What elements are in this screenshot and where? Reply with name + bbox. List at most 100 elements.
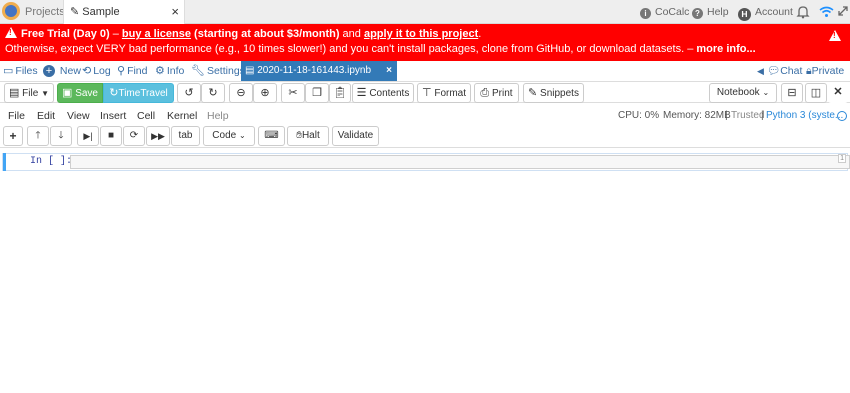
info-label: Info [166, 65, 185, 77]
move-cell-up-button[interactable]: 🡑 [27, 126, 49, 146]
account-link-label: Account [755, 6, 793, 18]
halt-button[interactable]: ✋︎Halt [287, 126, 329, 146]
chat-label: Chat [780, 65, 803, 77]
help-circle-icon: ? [692, 8, 703, 19]
banner-line-2: Otherwise, expect VERY bad performance (… [5, 43, 756, 55]
cell-prompt: In [ ]: [30, 156, 73, 167]
trusted-status[interactable]: Trusted [731, 107, 765, 125]
banner-and: and [339, 28, 364, 40]
projects-tab[interactable]: Projects [25, 0, 65, 24]
plus-icon: + [9, 129, 17, 143]
chat-bubble-icon: 💬︎ [766, 65, 781, 77]
find-button[interactable]: ⚲ Find [117, 61, 148, 81]
code-cell[interactable]: In [ ]: 1 [2, 153, 850, 171]
undo-button[interactable]: ↺ [177, 83, 201, 103]
file-menu-button[interactable]: ▤ File ▼ [4, 83, 54, 103]
settings-button[interactable]: 🔧︎ Settings [191, 61, 245, 81]
status-divider: | [725, 110, 728, 121]
zoom-out-icon: ⊖ [236, 87, 246, 99]
info-button[interactable]: ⚙ Info [155, 61, 184, 81]
fullscreen-icon[interactable] [838, 6, 848, 16]
log-button[interactable]: ⟲ Log [82, 61, 111, 81]
menu-help[interactable]: Help [207, 107, 229, 125]
run-cell-button[interactable]: ▶| [77, 126, 99, 146]
validate-button[interactable]: Validate [332, 126, 379, 146]
tab-completion-button[interactable]: tab [171, 126, 200, 146]
menu-view[interactable]: View [67, 107, 90, 125]
notebook-view-select[interactable]: Notebook ⌄ [709, 83, 777, 103]
notifications-bell-icon[interactable] [796, 5, 810, 19]
close-file-tab-icon[interactable]: × [386, 61, 392, 81]
projects-tab-label: Projects [25, 6, 65, 18]
cpu-usage: CPU: 0% [618, 110, 660, 121]
new-button[interactable]: + New [43, 61, 81, 81]
print-button[interactable]: ⎙ Print [474, 83, 519, 103]
more-info-link[interactable]: more info... [696, 43, 755, 55]
stop-kernel-button[interactable]: ■ [100, 126, 122, 146]
banner-warning-text: Otherwise, expect VERY bad performance (… [5, 43, 697, 55]
menu-kernel[interactable]: Kernel [167, 107, 197, 125]
timetravel-button[interactable]: ↻TimeTravel [103, 83, 174, 103]
banner-warning-icon-right [829, 30, 841, 41]
status-divider-2: | [761, 110, 764, 121]
save-button[interactable]: ▣ Save [57, 83, 103, 103]
run-all-button[interactable]: ▶▶ [146, 126, 170, 146]
snippets-button[interactable]: ✎ Snippets [523, 83, 584, 103]
contents-button[interactable]: ☰ Contents [352, 83, 414, 103]
format-button[interactable]: ⊤ Format [417, 83, 471, 103]
buy-license-link[interactable]: buy a license [122, 28, 191, 40]
arrow-down-icon: 🡓 [58, 130, 64, 141]
step-forward-icon: ▶| [83, 131, 93, 141]
copy-button[interactable]: ❐ [305, 83, 329, 103]
private-label: Private [811, 65, 845, 77]
cut-button[interactable]: ✂ [281, 83, 305, 103]
print-icon: ⎙ [480, 87, 490, 99]
trial-title: Free Trial (Day 0) [21, 28, 110, 40]
menu-file[interactable]: File [8, 107, 25, 125]
paste-button[interactable]: 📋︎ [329, 83, 351, 103]
close-tab-icon[interactable]: × [171, 0, 179, 24]
snippets-label: Snippets [540, 88, 579, 99]
split-vertical-button[interactable]: ◫ [805, 83, 827, 103]
account-link[interactable]: H Account [738, 0, 793, 24]
close-frame-button[interactable]: ✕ [828, 83, 848, 103]
help-link[interactable]: ? Help [692, 0, 729, 24]
private-button[interactable]: 🔒︎Private [806, 61, 844, 81]
split-horizontal-button[interactable]: ⊟ [781, 83, 803, 103]
menu-insert[interactable]: Insert [100, 107, 126, 125]
arrow-up-icon: 🡑 [35, 130, 41, 141]
files-button[interactable]: ▭ Files [3, 61, 38, 81]
menu-edit[interactable]: Edit [37, 107, 55, 125]
help-link-label: Help [707, 6, 729, 18]
keyboard-shortcuts-button[interactable]: ⌨ [258, 126, 285, 146]
move-cell-down-button[interactable]: 🡓 [50, 126, 72, 146]
redo-button[interactable]: ↻ [201, 83, 225, 103]
file-tab-label: 2020-11-18-161443.ipynb [257, 65, 372, 76]
scissors-icon: ✂ [288, 87, 298, 99]
print-label: Print [492, 88, 513, 99]
insert-cell-button[interactable]: + [3, 126, 23, 146]
keyboard-icon: ⌨ [264, 130, 279, 141]
restart-kernel-button[interactable]: ⟳ [123, 126, 145, 146]
redo-icon: ↻ [208, 87, 218, 99]
find-label: Find [127, 65, 148, 77]
notebook-toolbar: + 🡑 🡓 ▶| ■ ⟳ ▶▶ tab Code ⌄ ⌨ ✋︎Halt Vali… [0, 126, 850, 148]
cell-input-editor[interactable] [70, 155, 850, 169]
apply-license-link[interactable]: apply it to this project [364, 28, 478, 40]
cocalc-link[interactable]: i CoCalc [640, 0, 689, 24]
memory-usage: Memory: 82MB [663, 110, 731, 121]
plus-circle-icon: + [43, 65, 55, 77]
banner-dash: – [109, 28, 122, 40]
chat-button[interactable]: ◀ 💬︎Chat [757, 61, 802, 81]
file-tab-notebook[interactable]: ▤ 2020-11-18-161443.ipynb × [241, 61, 397, 81]
kernel-name[interactable]: Python 3 (syste... [766, 107, 843, 125]
cell-type-select[interactable]: Code ⌄ [203, 126, 255, 146]
folder-open-icon: ▭ [3, 65, 14, 77]
zoom-in-button[interactable]: ⊕ [253, 83, 277, 103]
project-tab-sample[interactable]: ✎ Sample × [63, 0, 185, 24]
avatar: H [738, 8, 751, 21]
zoom-out-button[interactable]: ⊖ [229, 83, 253, 103]
line-number-badge: 1 [838, 154, 846, 163]
cocalc-logo-icon[interactable] [2, 2, 20, 20]
menu-cell[interactable]: Cell [137, 107, 155, 125]
